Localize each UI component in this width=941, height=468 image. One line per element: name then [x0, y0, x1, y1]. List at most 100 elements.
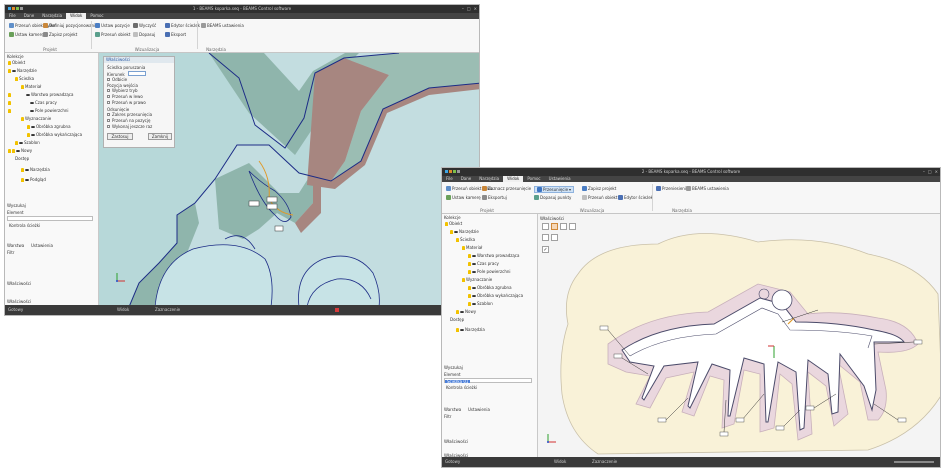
visibility-bulb-icon[interactable]	[8, 92, 11, 97]
visibility-bulb-icon[interactable]	[21, 84, 24, 89]
beams-settings-button[interactable]: BEAMS ustawienia	[201, 23, 244, 28]
eye-icon[interactable]	[472, 262, 476, 265]
maximize-icon[interactable]: □	[928, 168, 932, 176]
fit-points-button[interactable]: Dopasuj punkty	[534, 195, 571, 200]
transfer-button[interactable]: Przeniesienie	[656, 186, 688, 191]
tree-item[interactable]: Wyznaczanie	[462, 277, 492, 282]
tag-label[interactable]	[657, 417, 667, 423]
visibility-bulb-icon[interactable]	[8, 60, 11, 65]
tree-item[interactable]: Narzędzie	[450, 229, 479, 234]
tree-item[interactable]: Czas pracy	[468, 261, 499, 266]
visibility-bulb-icon[interactable]	[21, 116, 24, 121]
status-view-button[interactable]: Widok	[117, 307, 129, 312]
tree-item[interactable]: Obiekt	[445, 221, 462, 226]
maximize-icon[interactable]: □	[467, 5, 471, 13]
tree-item[interactable]: Narzędzia	[21, 167, 50, 172]
dimension-label[interactable]	[274, 225, 284, 232]
tree-item[interactable]: Dostęp	[15, 156, 29, 161]
visibility-bulb-icon[interactable]	[468, 285, 471, 290]
define-positioning-button[interactable]: Definiuj pozycjonowanie	[43, 23, 98, 28]
save-project-button[interactable]: Zapisz projekt	[43, 32, 77, 37]
close-icon[interactable]: ×	[474, 5, 477, 13]
visibility-bulb-icon[interactable]	[8, 100, 11, 105]
eye-icon[interactable]	[472, 302, 476, 305]
visibility-bulb-icon[interactable]	[468, 301, 471, 306]
tree-item[interactable]: Wyznaczanie	[21, 116, 51, 121]
tree-item[interactable]: Obiekt	[8, 60, 25, 65]
dimension-label[interactable]	[266, 196, 278, 203]
tag-label[interactable]	[735, 417, 745, 423]
visibility-bulb-icon[interactable]	[27, 132, 30, 137]
tree-item[interactable]: Materiał	[21, 84, 41, 89]
eye-icon[interactable]	[31, 133, 35, 136]
tag-label[interactable]	[599, 325, 609, 331]
visibility-bulb-icon[interactable]	[456, 309, 459, 314]
prop-checkbox[interactable]	[107, 119, 110, 122]
tree-item[interactable]: Nowy	[8, 148, 32, 153]
tree-item[interactable]: Ścieżka	[456, 237, 475, 242]
eye-icon[interactable]	[460, 328, 464, 331]
path-viewport-2d[interactable]: Właściwości ✓	[538, 214, 940, 459]
dimension-label[interactable]	[248, 200, 260, 207]
prop-checkbox[interactable]	[107, 125, 110, 128]
export-button[interactable]: Eksportuj	[482, 195, 507, 200]
tree-item[interactable]: Czas pracy	[8, 100, 57, 105]
tree-item[interactable]: Nowy	[456, 309, 476, 314]
tag-label[interactable]	[913, 339, 923, 345]
visibility-bulb-icon[interactable]	[21, 167, 24, 172]
tree-item[interactable]: Ścieżka	[15, 76, 34, 81]
set-position-button[interactable]: Ustaw pozycje	[95, 23, 130, 28]
tree-item[interactable]: Szablon	[468, 301, 493, 306]
tool-button-select[interactable]	[542, 223, 549, 230]
confirm-checkbox[interactable]: ✓	[542, 246, 549, 253]
path-editor-button[interactable]: Edytor ścieżek	[618, 195, 653, 200]
visibility-bulb-icon[interactable]	[468, 253, 471, 258]
visibility-bulb-icon[interactable]	[445, 221, 448, 226]
eye-icon[interactable]	[25, 178, 29, 181]
eye-icon[interactable]	[454, 230, 458, 233]
tool-button-rotate[interactable]	[560, 223, 567, 230]
status-selection-button[interactable]: Zaznaczenie	[155, 307, 180, 312]
tree-item[interactable]: Szablon	[15, 140, 40, 145]
move-object-2-button[interactable]: Przesuń obiekt	[582, 195, 617, 200]
layers-value[interactable]: Ustawienia	[31, 243, 53, 248]
eye-icon[interactable]	[25, 168, 29, 171]
visibility-bulb-icon[interactable]	[468, 293, 471, 298]
eye-icon[interactable]	[472, 286, 476, 289]
tool-button-move[interactable]	[551, 223, 558, 230]
visibility-bulb-icon[interactable]	[468, 269, 471, 274]
direction-toggle[interactable]	[128, 71, 146, 76]
export-button[interactable]: Eksport	[165, 32, 186, 37]
zoom-slider[interactable]	[894, 461, 934, 463]
eye-icon[interactable]	[31, 125, 35, 128]
tool-button-mirror[interactable]	[569, 223, 576, 230]
eye-icon[interactable]	[19, 141, 23, 144]
mark-offset-button[interactable]: Zaznacz przesunięcie	[482, 186, 531, 191]
beams-settings-button[interactable]: BEAMS ustawienia	[686, 186, 729, 191]
close-icon[interactable]: ×	[935, 168, 938, 176]
tree-item[interactable]: Narzędzie	[8, 68, 37, 73]
layers-value[interactable]: Ustawienia	[468, 407, 490, 412]
visibility-bulb-icon[interactable]	[15, 76, 18, 81]
visibility-bulb-icon[interactable]	[468, 261, 471, 266]
eye-icon[interactable]	[472, 270, 476, 273]
visibility-bulb-icon[interactable]	[450, 229, 453, 234]
close-dialog-button[interactable]: Zamknij	[148, 133, 172, 140]
fit-button[interactable]: Dopasuj	[133, 32, 155, 37]
apply-button[interactable]: Zastosuj	[107, 133, 133, 140]
tree-item[interactable]: Pole powierzchni	[468, 269, 511, 274]
alert-indicator-icon[interactable]	[335, 308, 339, 312]
eye-icon[interactable]	[30, 109, 34, 112]
eye-icon[interactable]	[472, 294, 476, 297]
search-result[interactable]: Kontrola ścieżki	[446, 385, 477, 390]
minimize-icon[interactable]: –	[923, 168, 925, 176]
visibility-bulb-icon[interactable]	[15, 140, 18, 145]
eye-icon[interactable]	[16, 149, 20, 152]
search-result[interactable]: Kontrola ścieżki	[9, 223, 40, 228]
minimize-icon[interactable]: –	[462, 5, 464, 13]
set-camera-button[interactable]: Ustaw kamerę	[446, 195, 481, 200]
clear-button[interactable]: Wyczyść	[133, 23, 156, 28]
visibility-bulb-icon[interactable]	[8, 108, 11, 113]
tag-label[interactable]	[613, 353, 623, 359]
tree-item[interactable]: Obróbka wykańczająca	[468, 293, 523, 298]
